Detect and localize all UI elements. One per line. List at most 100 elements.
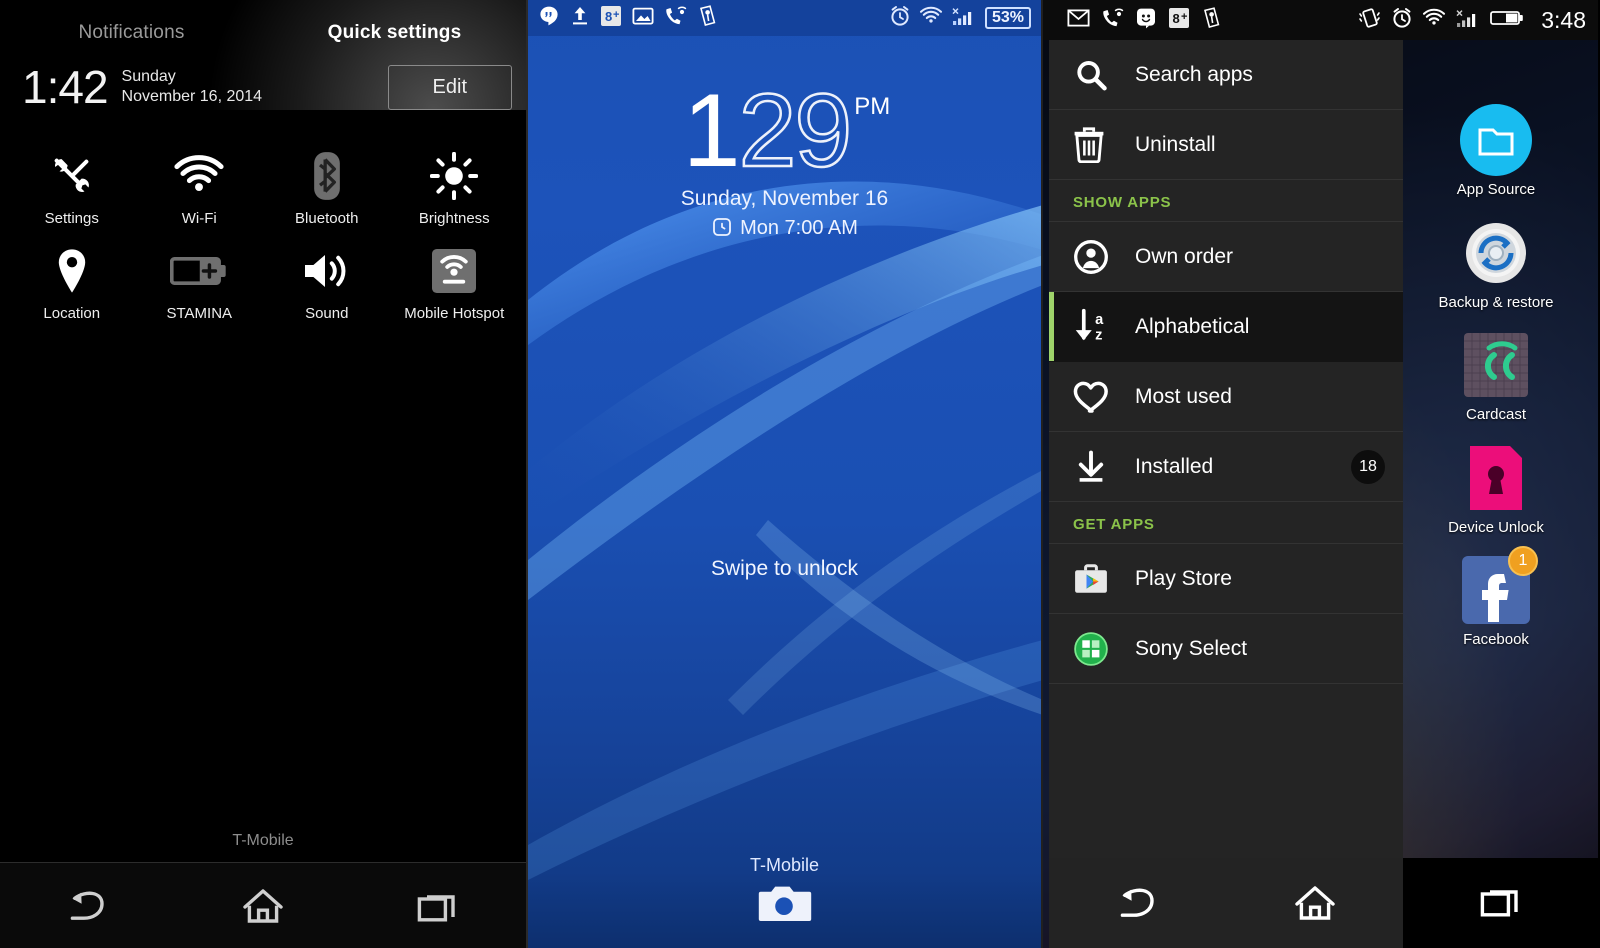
home-app-icons: App Source Backup & restore Cardcast Dev… [1421,102,1571,665]
google-plus-icon: 8 + [600,5,622,32]
tile-sound[interactable]: Sound [263,233,391,328]
menu-item-label: Search apps [1135,62,1253,86]
menu-item-label: Alphabetical [1135,314,1250,338]
menu-item-play-store[interactable]: Play Store [1049,544,1403,614]
tile-label: Sound [305,305,349,322]
app-cardcast[interactable]: Cardcast [1421,327,1571,424]
wifi-icon [919,6,943,31]
app-backup-restore[interactable]: Backup & restore [1421,215,1571,312]
tile-label: Wi-Fi [181,210,217,227]
lock-alarm: Mon 7:00 AM [528,215,1041,243]
tab-quick-settings[interactable]: Quick settings [263,22,526,44]
app-facebook[interactable]: 1 Facebook [1421,546,1571,649]
menu-item-label: Most used [1135,384,1232,408]
battery-badge: 53% [984,7,1031,29]
tile-wifi[interactable]: Wi-Fi [136,138,264,233]
tile-stamina[interactable]: STAMINA [136,233,264,328]
shade-weekday: Sunday [121,68,176,85]
key-icon [697,4,718,32]
tile-label: Bluetooth [295,210,359,227]
menu-item-label: Installed [1135,454,1214,478]
lock-status-bar: 8 + 53% [528,0,1041,36]
key-icon [1201,6,1222,34]
missed-call-icon [664,5,687,31]
swipe-to-unlock-hint[interactable]: Swipe to unlock [528,557,1041,581]
app-device-unlock[interactable]: Device Unlock [1421,440,1571,537]
svg-text:+: + [1181,11,1187,23]
camera-shortcut[interactable] [528,881,1041,930]
gmail-icon [1067,8,1090,33]
tile-label: Mobile Hotspot [404,305,505,322]
recents-icon[interactable] [1480,884,1522,923]
home-icon[interactable] [175,887,350,925]
svg-text:a: a [1095,311,1104,327]
tile-mobile-hotspot[interactable]: Mobile Hotspot [391,233,519,328]
recents-icon[interactable] [351,889,526,923]
heart-icon [1073,380,1135,414]
shade-date: Sunday November 16, 2014 [122,67,263,107]
home-icon[interactable] [1226,884,1403,922]
hangouts-icon [538,5,560,32]
search-icon [1073,57,1135,93]
shade-full-date: November 16, 2014 [121,88,263,105]
bluetooth-icon [265,150,389,202]
back-icon[interactable] [1049,886,1226,920]
tile-bluetooth[interactable]: Bluetooth [263,138,391,233]
app-label: Device Unlock [1448,518,1544,536]
backup-restore-icon [1458,215,1534,291]
hangouts-icon [1135,7,1157,34]
quick-settings-row-2: Location STAMINA Sound Mobile Hotspot [8,233,518,328]
lock-date: Sunday, November 16 [680,186,889,210]
shade-time: 1:42 [22,61,109,113]
notification-shade-panel: Notifications Quick settings 1:42 Sunday… [0,0,528,948]
battery-icon [1490,9,1524,32]
status-right-icons: 3:48 [1358,7,1586,34]
camera-icon [758,886,812,929]
app-label: Cardcast [1465,406,1527,423]
menu-section-get-apps: GET APPS [1049,502,1403,544]
menu-item-search-apps[interactable]: Search apps [1049,40,1403,110]
shade-tabs: Notifications Quick settings [0,0,526,56]
back-icon[interactable] [0,889,175,923]
tile-brightness[interactable]: Brightness [391,138,519,233]
signal-icon [951,6,977,31]
lock-screen-panel[interactable]: 8 + 53% 129 PM Sunday, November 16 Mon 7… [528,0,1043,948]
tile-location[interactable]: Location [8,233,136,328]
lock-ampm: PM [854,93,891,120]
status-clock: 3:48 [1541,6,1586,33]
menu-item-label: Uninstall [1135,132,1216,156]
app-label: Backup & restore [1438,293,1554,311]
tile-label: STAMINA [166,305,233,322]
facebook-notification-badge: 1 [1508,546,1538,576]
tile-settings[interactable]: Settings [8,138,136,233]
sort-az-icon: a z [1073,307,1135,347]
app-label: App Source [1456,181,1536,198]
app-app-source[interactable]: App Source [1421,102,1571,199]
svg-text:z: z [1095,327,1102,343]
trash-icon [1073,126,1135,163]
upload-icon [570,5,590,32]
menu-item-installed[interactable]: Installed 18 [1049,432,1403,502]
alarm-icon [1391,7,1413,34]
svg-text:+: + [613,9,619,21]
quick-settings-grid: Settings Wi-Fi Bluetooth Brightness Loca… [0,110,526,328]
menu-item-label: Sony Select [1135,636,1248,660]
navigation-bar [0,862,526,948]
app-drawer-menu-panel: 8 + 3:48 Search apps Uninstall SHOW APPS… [1043,0,1598,948]
status-right-icons: 53% [889,5,1031,32]
battery-plus-icon [138,245,262,297]
alarm-time-label: Mon 7:00 AM [740,217,858,240]
menu-item-own-order[interactable]: Own order [1049,222,1403,292]
quick-settings-row-1: Settings Wi-Fi Bluetooth Brightness [8,138,518,233]
tile-label: Location [43,305,101,322]
menu-item-sony-select[interactable]: Sony Select [1049,614,1403,684]
menu-item-uninstall[interactable]: Uninstall [1049,110,1403,180]
menu-item-most-used[interactable]: Most used [1049,362,1403,432]
menu-item-alphabetical[interactable]: a z Alphabetical [1049,292,1403,362]
edit-button[interactable]: Edit [387,64,512,110]
tab-notifications[interactable]: Notifications [0,22,263,44]
status-left-icons: 8 + [1067,6,1222,34]
alarm-clock-icon [711,215,733,243]
sim-lock-icon [1458,440,1534,516]
installed-count-badge: 18 [1351,449,1385,484]
